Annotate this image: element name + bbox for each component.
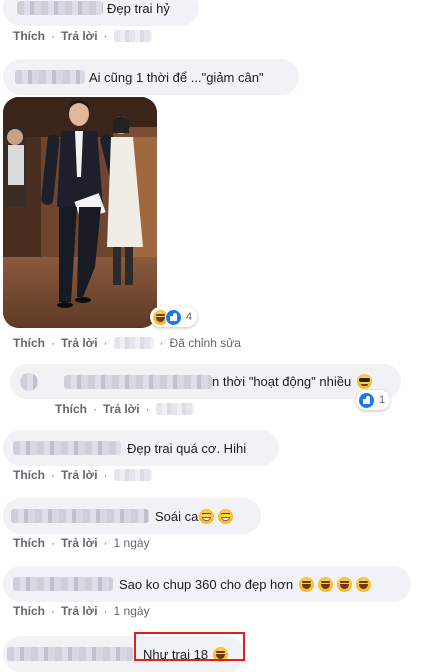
comment-actions: Thích · Trả lời · · Đã chỉnh sửa — [13, 336, 241, 350]
comment-text: Đẹp trai hỷ — [107, 0, 170, 16]
comment-text: Sao ko chup 360 cho đẹp hơn — [119, 576, 294, 592]
reply-link[interactable]: Trả lời — [61, 604, 98, 618]
cool-emoji-icon — [357, 374, 373, 389]
like-link[interactable]: Thích — [13, 468, 45, 482]
like-icon — [165, 308, 182, 326]
separator-dot: · — [103, 336, 108, 350]
blurred-timestamp — [113, 469, 152, 481]
blurred-author-name — [13, 441, 121, 455]
comment-text: Đẹp trai quá cơ. Hihi — [127, 440, 247, 456]
grin-emoji-icon — [199, 508, 215, 524]
blurred-timestamp — [113, 337, 154, 349]
laugh-emoji-icon — [318, 576, 334, 592]
comment-bubble: Như trai 18 — [3, 636, 245, 672]
like-link[interactable]: Thích — [13, 29, 45, 43]
grin-emoji-icon — [218, 508, 234, 524]
reply-link[interactable]: Trả lời — [61, 336, 98, 350]
blurred-timestamp — [155, 403, 194, 415]
blurred-timestamp — [113, 30, 152, 42]
reaction-summary[interactable]: 1 — [356, 390, 391, 410]
comment-text: Ai cũng 1 thời để ..."giảm cân" — [89, 69, 264, 85]
separator-dot: · — [51, 604, 55, 618]
like-icon — [358, 391, 375, 409]
reply-link[interactable]: Trả lời — [61, 468, 98, 482]
like-link[interactable]: Thích — [55, 402, 87, 416]
separator-dot: · — [103, 29, 108, 43]
reply-link[interactable]: Trả lời — [103, 402, 140, 416]
separator-dot: · — [103, 536, 108, 550]
comment-bubble: n thời "hoạt động" nhiều — [10, 364, 401, 399]
comment-bubble: Ai cũng 1 thời để ..."giảm cân" — [3, 59, 299, 95]
comment-timestamp[interactable]: 1 ngày — [114, 536, 150, 550]
blurred-author-avatar — [20, 372, 38, 391]
comment-bubble: Đẹp trai hỷ — [3, 0, 199, 26]
like-link[interactable]: Thích — [13, 336, 45, 350]
comment-bubble: Sao ko chup 360 cho đẹp hơn — [3, 566, 411, 602]
photo-scene — [3, 97, 157, 328]
blurred-author-name — [17, 1, 103, 15]
reaction-count: 1 — [379, 394, 386, 406]
comment-actions: Thích · Trả lời · — [13, 29, 152, 43]
like-link[interactable]: Thích — [13, 536, 45, 550]
reaction-count: 4 — [186, 311, 193, 323]
reaction-summary[interactable]: 4 — [150, 307, 198, 327]
comment-actions: Thích · Trả lời · — [55, 402, 194, 416]
comment-photo[interactable] — [3, 97, 157, 328]
blurred-author-name — [7, 647, 133, 661]
comment-bubble: Soái ca — [3, 498, 261, 534]
separator-dot: · — [51, 468, 55, 482]
comment-actions: Thích · Trả lời · 1 ngày — [13, 604, 150, 618]
comment-text: Soái ca — [155, 508, 199, 524]
blurred-author-name — [64, 374, 212, 389]
separator-dot: · — [103, 468, 108, 482]
separator-dot: · — [51, 29, 55, 43]
laugh-emoji-icon — [356, 576, 372, 592]
separator-dot: · — [103, 604, 108, 618]
separator-dot: · — [145, 402, 150, 416]
comment-timestamp[interactable]: 1 ngày — [114, 604, 150, 618]
laugh-emoji-icon — [337, 576, 353, 592]
comment-actions: Thích · Trả lời · — [13, 468, 152, 482]
separator-dot: · — [51, 536, 55, 550]
separator-dot: · — [159, 336, 164, 350]
like-link[interactable]: Thích — [13, 604, 45, 618]
laugh-emoji-icon — [299, 576, 315, 592]
comment-text: n thời "hoạt động" nhiều — [212, 374, 352, 389]
blurred-author-name — [15, 70, 85, 84]
reply-link[interactable]: Trả lời — [61, 536, 98, 550]
comment-bubble: Đẹp trai quá cơ. Hihi — [3, 430, 279, 466]
separator-dot: · — [51, 336, 55, 350]
comment-actions: Thích · Trả lời · 1 ngày — [13, 536, 150, 550]
comment-text: Như trai 18 — [143, 646, 209, 662]
blurred-author-name — [13, 577, 113, 591]
laugh-emoji-icon — [213, 646, 229, 662]
blurred-author-name — [11, 509, 149, 523]
separator-dot: · — [93, 402, 97, 416]
edited-link[interactable]: Đã chỉnh sửa — [170, 336, 241, 350]
reply-link[interactable]: Trả lời — [61, 29, 98, 43]
